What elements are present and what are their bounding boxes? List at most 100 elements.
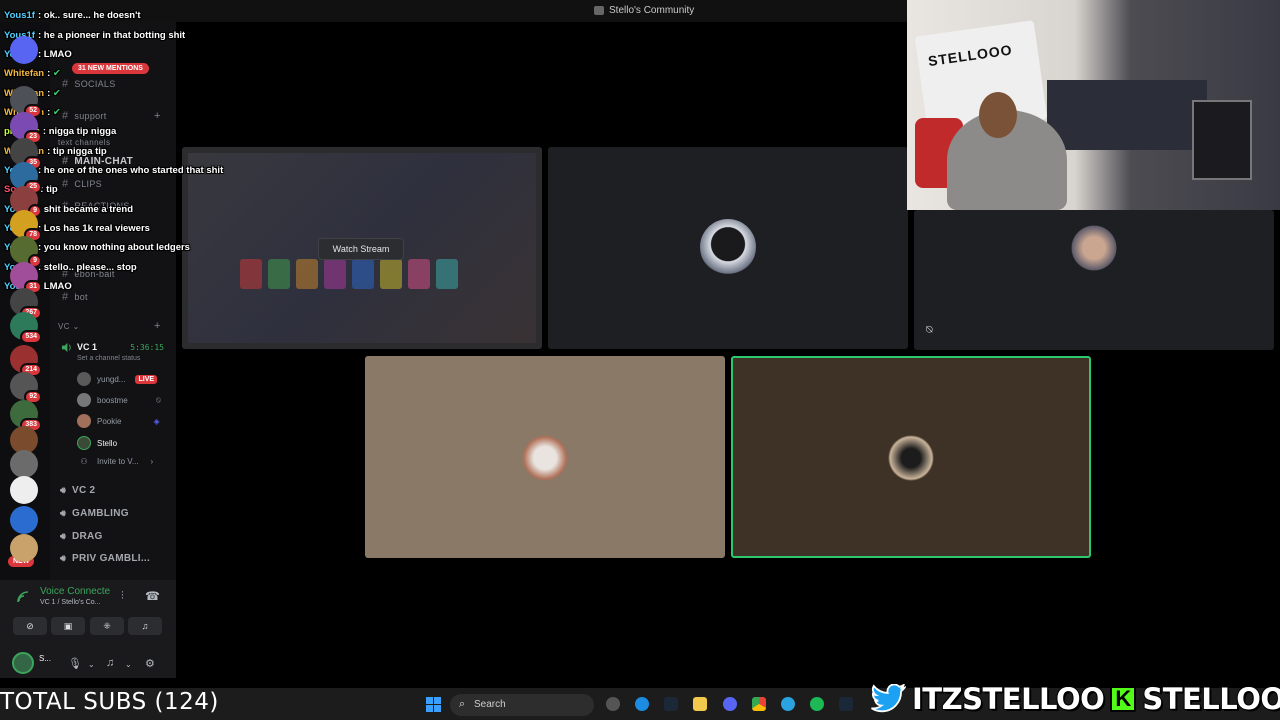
channel-clips[interactable]: # CLIPS <box>62 178 102 190</box>
taskbar-search[interactable]: ⌕ Search <box>450 694 594 716</box>
signal-icon[interactable] <box>16 590 30 604</box>
game-thumb <box>352 259 374 289</box>
disconnect-icon[interactable]: ☎ <box>145 589 160 603</box>
voice-channel-drag[interactable]: 🔊︎ DRAG <box>60 531 103 542</box>
member-name: Stello <box>97 438 118 448</box>
chat-username: Yous1f <box>4 10 35 21</box>
webcam-sign-text: STELLOOO <box>927 41 1014 70</box>
server-icon[interactable] <box>10 534 38 562</box>
new-mentions-badge[interactable]: 31 NEW MENTIONS <box>72 63 149 74</box>
telegram-icon[interactable] <box>781 697 795 711</box>
steam-icon[interactable] <box>664 697 678 711</box>
server-icon[interactable] <box>10 476 38 504</box>
voice-channel-label: PRIV GAMBLI... <box>71 553 151 564</box>
chevron-right-icon: › <box>150 457 154 466</box>
gear-icon[interactable]: ⚙ <box>145 657 155 670</box>
chat-text: : tip <box>40 184 58 195</box>
server-icon[interactable]: 52 <box>10 86 42 118</box>
channel-label: bot <box>74 292 88 302</box>
server-icon[interactable] <box>10 506 38 534</box>
channel-socials[interactable]: # SOCIALS <box>62 78 116 90</box>
screen-share-button[interactable]: ▣ <box>51 617 85 635</box>
add-user-icon: ⚇ <box>80 457 88 466</box>
chat-text: : LMAO <box>37 49 72 60</box>
muted-mic-icon: ⍉ <box>926 324 933 336</box>
chevron-down-icon[interactable]: ⌄ <box>88 660 95 669</box>
chat-text: : stello.. please... stop <box>37 262 137 273</box>
participant-tile-speaking[interactable] <box>731 356 1091 558</box>
channel-status[interactable]: Set a channel status <box>77 355 140 362</box>
server-icon[interactable] <box>10 36 38 64</box>
watch-stream-button[interactable]: Watch Stream <box>318 238 404 260</box>
soundboard-button[interactable]: ♫ <box>128 617 162 635</box>
participant-tile[interactable] <box>548 147 908 349</box>
steam-icon[interactable] <box>839 697 853 711</box>
edge-icon[interactable] <box>635 697 649 711</box>
server-icon[interactable]: 383 <box>10 400 42 432</box>
server-icon[interactable]: 92 <box>10 372 42 404</box>
activities-button[interactable]: ⁜ <box>90 617 124 635</box>
server-icon[interactable] <box>10 450 38 478</box>
voice-channel-label: VC 2 <box>71 485 96 496</box>
game-thumb <box>240 259 262 289</box>
chat-text: : he one of the ones who started that sh… <box>37 165 224 176</box>
noise-suppression-icon[interactable]: ⫶ <box>121 590 124 603</box>
avatar <box>77 436 91 450</box>
chrome-icon[interactable] <box>752 697 766 711</box>
kick-icon: K <box>1110 686 1137 712</box>
server-icon[interactable]: 78 <box>10 210 42 242</box>
voice-member-boostme[interactable]: boostme ⦸ <box>77 393 161 407</box>
channel-label: SOCIALS <box>74 79 116 89</box>
channel-bot[interactable]: # bot <box>62 291 88 303</box>
window-title-text: Stello's Community <box>609 5 695 16</box>
muted-mic-icon: ⦸ <box>155 395 161 404</box>
voice-channel-label: DRAG <box>71 531 103 542</box>
server-icon[interactable]: 9 <box>10 236 42 268</box>
participant-tile[interactable] <box>365 356 725 558</box>
social-banner: ITZSTELLOO K STELLOOO <box>870 678 1280 720</box>
server-icon[interactable]: 31 <box>10 262 42 294</box>
server-icon[interactable]: 534 <box>10 312 42 344</box>
voice-connected-channel[interactable]: VC 1 / Stello's Co... <box>40 599 100 606</box>
windows-start-icon[interactable] <box>426 697 441 712</box>
speaker-icon: 🔊︎ <box>60 508 66 518</box>
category-label: VC <box>58 322 70 331</box>
category-vc[interactable]: VC ⌄ <box>58 322 80 331</box>
obs-icon[interactable] <box>606 697 620 711</box>
spotify-icon[interactable] <box>810 697 824 711</box>
emote-icon: ✔ <box>50 107 61 118</box>
voice-channel-vc-2[interactable]: 🔊︎ VC 2 <box>60 485 95 496</box>
voice-channel-gambling[interactable]: 🔊︎ GAMBLING <box>60 508 129 519</box>
voice-member-stello[interactable]: Stello <box>77 436 117 450</box>
avatar <box>700 219 756 275</box>
emote-icon: ✔ <box>50 88 61 99</box>
webcam-head <box>979 92 1017 138</box>
headphones-icon[interactable]: ♫ <box>106 657 114 669</box>
member-name: boostme <box>97 395 128 405</box>
chevron-down-icon[interactable]: ⌄ <box>125 660 132 669</box>
microphone-icon[interactable]: 🎙︎ <box>68 657 82 670</box>
chat-text: : he a pioneer in that botting shit <box>37 30 186 41</box>
voice-connected-label[interactable]: Voice Connecte <box>40 586 110 597</box>
voice-member-pookie[interactable]: Pookie ◈ <box>77 414 160 428</box>
discord-icon[interactable] <box>723 697 737 711</box>
participant-tile[interactable] <box>914 210 1274 350</box>
voice-member-yungd[interactable]: yungd... LIVE <box>77 372 158 386</box>
channel-support[interactable]: # support <box>62 110 107 122</box>
folder-icon[interactable] <box>693 697 707 711</box>
voice-channel-timer: 5:36:15 <box>130 343 164 352</box>
soundboard-icon: ♫ <box>141 621 149 631</box>
voice-channel-priv-gambli-[interactable]: 🔊︎ PRIV GAMBLI... <box>60 553 150 564</box>
chat-text: : you know nothing about ledgers <box>37 242 190 253</box>
add-voice-channel-icon[interactable]: + <box>154 320 160 332</box>
twitter-icon <box>871 684 906 713</box>
server-icon[interactable]: 23 <box>10 112 42 144</box>
chat-text: : Los has 1k real viewers <box>37 223 150 234</box>
camera-off-button[interactable]: ⊘ <box>13 617 47 635</box>
server-icon[interactable]: 214 <box>10 345 42 377</box>
add-channel-icon[interactable]: + <box>154 110 160 122</box>
avatar <box>77 393 91 407</box>
channel-label: support <box>74 111 107 121</box>
invite-to-voice[interactable]: ⚇ Invite to V... › <box>77 457 153 466</box>
invite-label: Invite to V... <box>97 457 139 466</box>
